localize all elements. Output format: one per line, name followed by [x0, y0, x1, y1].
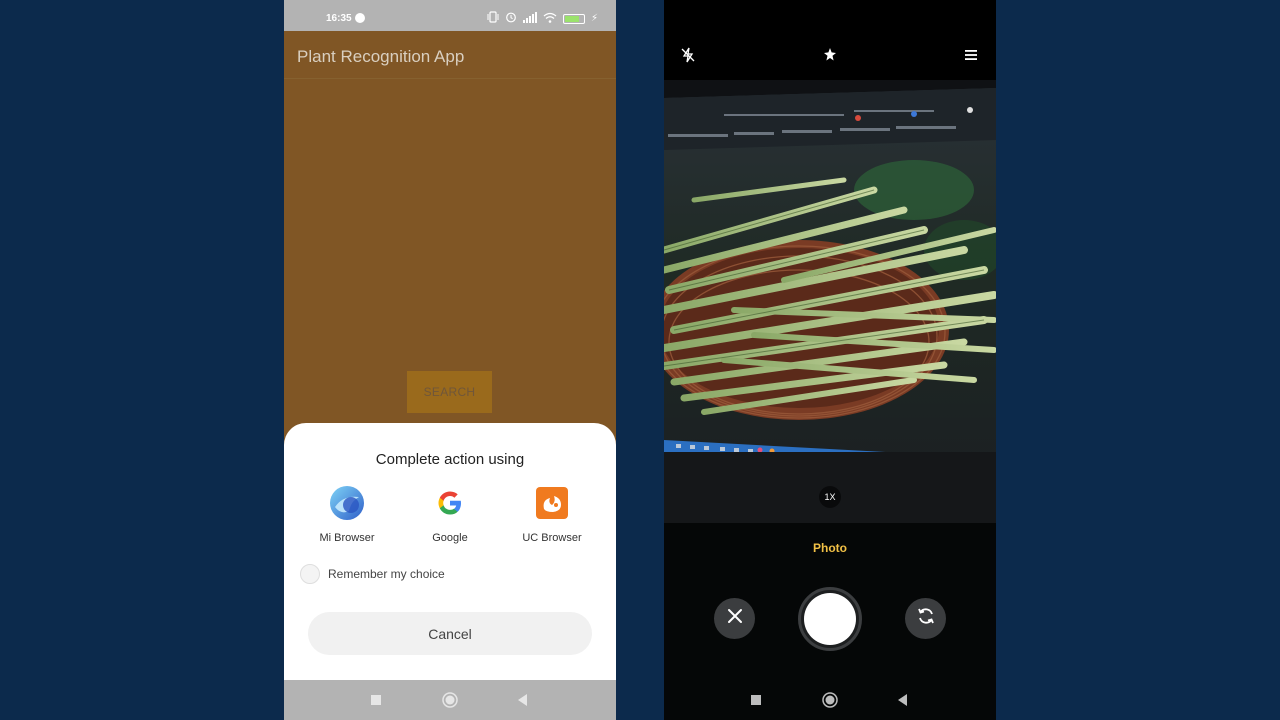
vibrate-icon [487, 11, 499, 27]
shutter-inner [804, 593, 856, 645]
option-mi-browser[interactable]: Mi Browser [302, 485, 392, 544]
navigation-bar [664, 680, 996, 720]
notification-icon [355, 13, 365, 23]
remember-choice-row[interactable]: Remember my choice [300, 564, 445, 584]
asparagus-preview-image [664, 80, 996, 523]
option-label: UC Browser [522, 532, 582, 544]
close-icon [727, 608, 743, 629]
magic-wand-icon[interactable] [820, 45, 840, 65]
navigation-bar [284, 680, 616, 720]
camera-viewfinder[interactable] [664, 80, 996, 523]
signal-icon [522, 11, 537, 27]
option-label: Mi Browser [319, 532, 375, 544]
app-title: Plant Recognition App [297, 47, 465, 66]
shutter-button[interactable] [798, 587, 862, 651]
option-google[interactable]: Google [405, 485, 495, 544]
google-icon [432, 485, 468, 521]
mode-photo[interactable]: Photo [664, 541, 996, 555]
status-time: 16:35 [326, 13, 352, 24]
camera-top-bar [664, 0, 996, 80]
zoom-indicator[interactable]: 1X [819, 486, 841, 508]
charging-icon: ⚡ [590, 13, 598, 24]
camera-screen: 1X Photo [664, 0, 996, 720]
app-bar: Plant Recognition App [284, 31, 616, 79]
status-icons: ⚡ [487, 11, 598, 27]
remember-label: Remember my choice [328, 567, 445, 581]
recents-button[interactable] [741, 680, 771, 720]
menu-icon[interactable] [961, 45, 981, 65]
home-button[interactable] [815, 680, 845, 720]
option-label: Google [432, 532, 468, 544]
recents-button[interactable] [361, 680, 391, 720]
wifi-icon [543, 12, 557, 27]
back-button[interactable] [888, 680, 918, 720]
flash-off-icon[interactable] [678, 45, 698, 65]
status-bar: 16:35 ⚡ [284, 0, 616, 31]
switch-camera-button[interactable] [905, 598, 946, 639]
battery-icon [562, 14, 585, 24]
plant-app-screen: 16:35 ⚡ Plant Recognition App SEARCH Com… [284, 0, 616, 720]
alarm-icon [505, 11, 517, 27]
remember-checkbox[interactable] [300, 564, 320, 584]
mi-browser-icon [329, 485, 365, 521]
chooser-title: Complete action using [375, 451, 525, 468]
home-button[interactable] [435, 680, 465, 720]
back-button[interactable] [508, 680, 538, 720]
close-camera-button[interactable] [714, 598, 755, 639]
app-chooser-sheet: Complete action using Mi Browser Google … [284, 423, 616, 680]
switch-camera-icon [916, 606, 936, 631]
option-uc-browser[interactable]: UC Browser [507, 485, 597, 544]
uc-browser-icon [534, 485, 570, 521]
search-button[interactable]: SEARCH [407, 371, 492, 413]
cancel-button[interactable]: Cancel [308, 612, 592, 655]
